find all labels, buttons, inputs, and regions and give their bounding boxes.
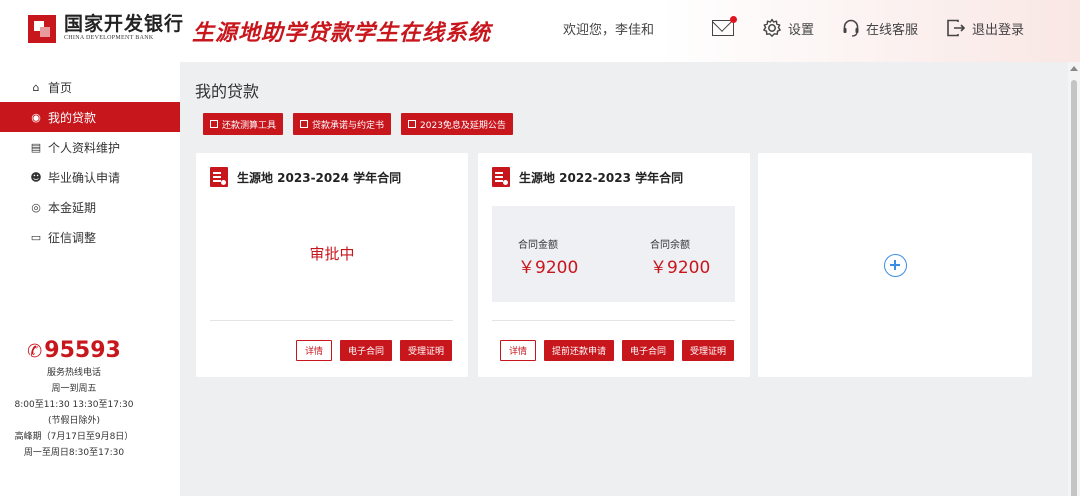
hotline-line: 服务热线电话 bbox=[46, 368, 101, 378]
main-content: 我的贷款 还款测算工具 贷款承诺与约定书 2023免息及延期公告 生源地 202… bbox=[180, 62, 1068, 496]
sidebar-item-my-loans[interactable]: ◉ 我的贷款 bbox=[0, 102, 180, 132]
logout-icon bbox=[947, 19, 966, 37]
sidebar: ⌂ 首页 ◉ 我的贷款 ▤ 个人资料维护 ☻ 毕业确认申请 ◎ 本金延期 ▭ 征… bbox=[0, 62, 180, 496]
sidebar-item-home[interactable]: ⌂ 首页 bbox=[0, 72, 180, 102]
gear-icon bbox=[763, 18, 781, 37]
sidebar-item-credit-adjust[interactable]: ▭ 征信调整 bbox=[0, 222, 180, 252]
online-service-button[interactable]: 在线客服 bbox=[842, 18, 918, 38]
document-icon bbox=[300, 120, 309, 128]
contract-balance-label: 合同余额 bbox=[650, 240, 690, 251]
card-icon: ▭ bbox=[30, 230, 42, 244]
scroll-up-arrow-icon[interactable] bbox=[1070, 66, 1078, 71]
card-divider bbox=[492, 320, 735, 321]
sidebar-item-label: 征信调整 bbox=[48, 230, 97, 245]
notice-icon bbox=[408, 120, 417, 128]
logout-button[interactable]: 退出登录 bbox=[946, 19, 1024, 38]
settings-label: 设置 bbox=[787, 22, 814, 38]
logout-label: 退出登录 bbox=[971, 22, 1024, 38]
amount-panel: 合同金额 ￥9200 合同余额 ￥9200 bbox=[492, 206, 735, 302]
sidebar-item-principal-extension[interactable]: ◎ 本金延期 bbox=[0, 192, 180, 222]
contract-title: 生源地 2022-2023 学年合同 bbox=[519, 170, 684, 185]
hotline-line: 周一到周五 bbox=[51, 384, 97, 394]
repayment-calculator-button[interactable]: 还款测算工具 bbox=[203, 113, 284, 135]
hotline-line: (节假日除外) bbox=[47, 416, 101, 426]
clock-icon: ◎ bbox=[31, 200, 41, 214]
interest-free-notice-button[interactable]: 2023免息及延期公告 bbox=[401, 113, 513, 135]
system-title: 生源地助学贷款学生在线系统 bbox=[192, 21, 492, 46]
top-header: 国家开发银行 CHINA DEVELOPMENT BANK 生源地助学贷款学生在… bbox=[0, 0, 1080, 62]
hotline-line: 8:00至11:30 13:30至17:30 bbox=[14, 400, 134, 410]
details-button[interactable]: 详情 bbox=[295, 340, 332, 361]
welcome-text: 欢迎您，李佳和 bbox=[562, 22, 654, 38]
contract-card: 生源地 2023-2024 学年合同 审批中 详情 电子合同 受理证明 bbox=[196, 153, 468, 377]
sidebar-item-label: 毕业确认申请 bbox=[48, 170, 121, 185]
scroll-thumb[interactable] bbox=[1071, 80, 1077, 496]
sidebar-item-graduation-confirm[interactable]: ☻ 毕业确认申请 bbox=[0, 162, 180, 192]
unread-dot bbox=[729, 16, 737, 23]
toolbar: 还款测算工具 贷款承诺与约定书 2023免息及延期公告 bbox=[203, 113, 523, 135]
acceptance-certificate-button[interactable]: 受理证明 bbox=[681, 340, 734, 361]
card-divider bbox=[210, 320, 453, 321]
contract-icon bbox=[492, 167, 510, 187]
contract-icon bbox=[210, 167, 228, 187]
headset-icon bbox=[843, 19, 859, 37]
home-icon: ⌂ bbox=[32, 80, 40, 94]
messages-button[interactable] bbox=[711, 16, 737, 36]
hotline-panel: ✆95593 服务热线电话 周一到周五 8:00至11:30 13:30至17:… bbox=[0, 338, 148, 461]
sidebar-item-profile[interactable]: ▤ 个人资料维护 bbox=[0, 132, 180, 162]
contract-amount-value: ￥9200 bbox=[518, 258, 579, 278]
profile-icon: ▤ bbox=[30, 140, 42, 154]
calculator-icon bbox=[210, 120, 218, 128]
hotline-line: 高峰期（7月17日至9月8日） bbox=[14, 432, 134, 442]
add-circle-icon[interactable] bbox=[883, 253, 907, 277]
logo-chinese-name: 国家开发银行 bbox=[64, 13, 185, 35]
loan-agreement-button[interactable]: 贷款承诺与约定书 bbox=[293, 113, 392, 135]
sidebar-item-label: 我的贷款 bbox=[48, 110, 97, 125]
sidebar-item-label: 首页 bbox=[48, 80, 73, 95]
vertical-scrollbar[interactable] bbox=[1068, 62, 1080, 496]
contract-card: 生源地 2022-2023 学年合同 合同金额 ￥9200 合同余额 ￥9200… bbox=[478, 153, 750, 377]
details-button[interactable]: 详情 bbox=[499, 340, 536, 361]
settings-button[interactable]: 设置 bbox=[762, 18, 814, 38]
sidebar-item-label: 本金延期 bbox=[48, 200, 97, 215]
hotline-number: ✆95593 bbox=[27, 338, 121, 363]
online-service-label: 在线客服 bbox=[865, 22, 918, 38]
early-repayment-button[interactable]: 提前还款申请 bbox=[543, 340, 614, 361]
e-contract-button[interactable]: 电子合同 bbox=[621, 340, 674, 361]
contract-title: 生源地 2023-2024 学年合同 bbox=[237, 170, 402, 185]
contract-amount-label: 合同金额 bbox=[518, 240, 558, 251]
page-title: 我的贷款 bbox=[195, 82, 260, 101]
loan-icon: ◉ bbox=[31, 110, 41, 124]
e-contract-button[interactable]: 电子合同 bbox=[339, 340, 392, 361]
logo-mark-icon bbox=[28, 14, 56, 43]
logo-english-name: CHINA DEVELOPMENT BANK bbox=[64, 35, 154, 41]
mail-icon bbox=[711, 16, 737, 36]
hotline-line: 周一至周日8:30至17:30 bbox=[23, 448, 125, 458]
add-contract-card[interactable] bbox=[758, 153, 1032, 377]
user-icon: ☻ bbox=[30, 170, 42, 184]
phone-icon: ✆ bbox=[27, 341, 43, 362]
sidebar-item-label: 个人资料维护 bbox=[48, 140, 121, 155]
bank-logo[interactable]: 国家开发银行 CHINA DEVELOPMENT BANK bbox=[28, 14, 184, 43]
status-badge: 审批中 bbox=[309, 245, 355, 263]
acceptance-certificate-button[interactable]: 受理证明 bbox=[399, 340, 452, 361]
contract-balance-value: ￥9200 bbox=[650, 258, 711, 278]
